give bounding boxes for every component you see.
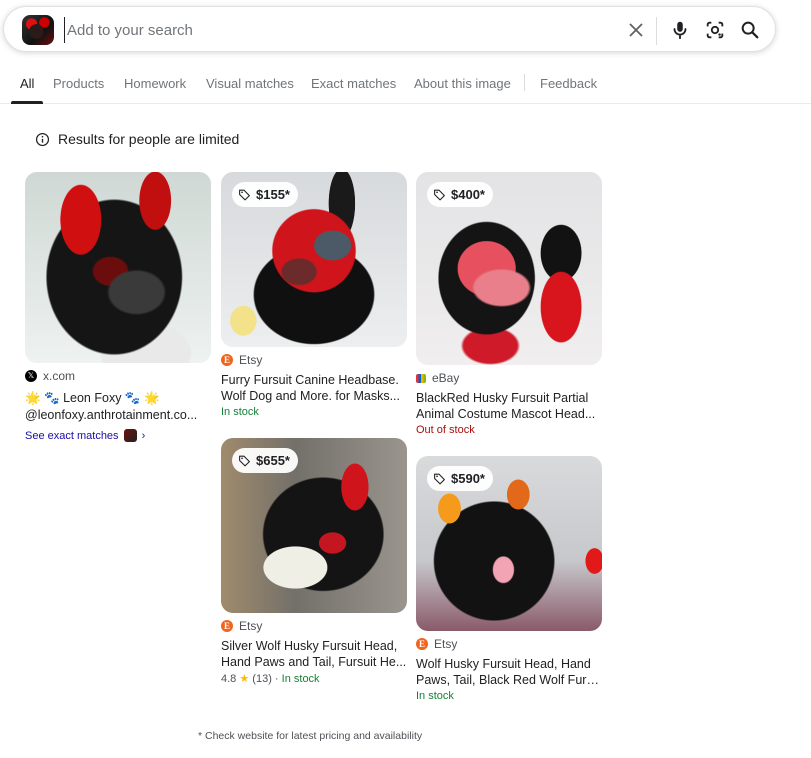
price-chip: $155*	[232, 182, 298, 207]
product-source[interactable]: E Etsy	[221, 618, 407, 634]
match-thumbnail	[123, 429, 137, 442]
price-tag-icon	[239, 189, 250, 201]
tab-all[interactable]: All	[20, 76, 34, 91]
product-subtitle[interactable]: Animal Costume Mascot Head...	[416, 406, 602, 422]
product-title[interactable]: Wolf Husky Fursuit Head, Hand	[416, 656, 602, 672]
source-name: x.com	[43, 369, 76, 383]
product-image[interactable]: $590*	[416, 456, 602, 631]
pricing-footnote: * Check website for latest pricing and a…	[198, 730, 423, 742]
source-name: Etsy	[239, 353, 263, 367]
tab-bar: All Products Homework Visual matches Exa…	[0, 70, 811, 104]
active-tab-indicator	[11, 101, 43, 104]
product-title[interactable]: Furry Fursuit Canine Headbase.	[221, 372, 407, 388]
exact-matches-label: See exact matches	[25, 429, 119, 442]
product-title[interactable]: Silver Wolf Husky Fursuit Head,	[221, 638, 407, 654]
price-tag-icon	[239, 455, 250, 467]
price-value: $155*	[256, 187, 290, 202]
price-tag-icon	[434, 473, 445, 485]
price-chip: $655*	[232, 448, 298, 473]
product-source[interactable]: E Etsy	[221, 352, 407, 368]
product-image[interactable]: $655*	[221, 438, 407, 613]
search-icon[interactable]	[739, 19, 761, 41]
notice-text: Results for people are limited	[58, 131, 240, 147]
see-exact-matches-link[interactable]: See exact matches ›	[25, 429, 211, 442]
price-chip: $590*	[427, 466, 493, 491]
price-chip: $400*	[427, 182, 493, 207]
product-title[interactable]: BlackRed Husky Fursuit Partial	[416, 390, 602, 406]
product-source[interactable]: eBay	[416, 370, 602, 386]
search-input[interactable]	[64, 17, 604, 43]
clear-icon[interactable]	[625, 19, 647, 41]
product-card[interactable]: $590* E Etsy Wolf Husky Fursuit Head, Ha…	[416, 456, 602, 704]
ebay-logo-icon	[416, 373, 426, 383]
tab-separator	[524, 74, 525, 91]
chevron-right-icon: ›	[141, 429, 146, 442]
tab-homework[interactable]: Homework	[124, 76, 186, 91]
feedback-link[interactable]: Feedback	[540, 76, 597, 91]
price-value: $655*	[256, 453, 290, 468]
product-card[interactable]: $400* eBay BlackRed Husky Fursuit Partia…	[416, 172, 602, 438]
stock-status: In stock	[416, 690, 454, 702]
tab-exact-matches[interactable]: Exact matches	[311, 76, 396, 91]
limited-results-notice: Results for people are limited	[35, 131, 239, 147]
price-value: $400*	[451, 187, 485, 202]
price-tag-icon	[434, 189, 445, 201]
microphone-icon[interactable]	[669, 19, 691, 41]
tab-visual-matches[interactable]: Visual matches	[206, 76, 294, 91]
search-bar-divider	[656, 17, 657, 45]
price-value: $590*	[451, 471, 485, 486]
source-name: Etsy	[434, 637, 458, 651]
rating-value: 4.8	[221, 673, 237, 685]
result-card[interactable]: 𝕏 x.com 🌟 🐾 Leon Foxy 🐾 🌟 @leonfoxy.anth…	[25, 172, 211, 442]
product-image[interactable]: $400*	[416, 172, 602, 365]
stock-status: In stock	[281, 673, 320, 685]
star-icon: ★	[239, 673, 250, 685]
lens-icon[interactable]	[704, 19, 726, 41]
tab-about-this-image[interactable]: About this image	[414, 76, 511, 91]
stock-status: In stock	[221, 406, 259, 418]
etsy-logo-icon: E	[416, 638, 428, 650]
rating-row: 4.8 ★ (13) · In stock	[221, 672, 407, 685]
product-subtitle[interactable]: Wolf Dog and More. for Masks...	[221, 388, 407, 404]
search-bar	[3, 6, 776, 52]
review-count: (13)	[252, 673, 272, 685]
result-title[interactable]: 🌟 🐾 Leon Foxy 🐾 🌟	[25, 390, 211, 406]
result-subtitle[interactable]: @leonfoxy.anthrotainment.co...	[25, 407, 211, 423]
product-card[interactable]: $655* E Etsy Silver Wolf Husky Fursuit H…	[221, 438, 407, 685]
separator-dot: ·	[274, 673, 279, 685]
product-card[interactable]: $155* E Etsy Furry Fursuit Canine Headba…	[221, 172, 407, 420]
product-subtitle[interactable]: Hand Paws and Tail, Fursuit He...	[221, 654, 407, 670]
stock-status: Out of stock	[416, 424, 475, 436]
product-subtitle[interactable]: Paws, Tail, Black Red Wolf Furs...	[416, 672, 602, 688]
result-image[interactable]	[25, 172, 211, 363]
source-name: eBay	[432, 371, 460, 385]
x-logo-icon: 𝕏	[25, 370, 37, 382]
product-source[interactable]: E Etsy	[416, 636, 602, 652]
etsy-logo-icon: E	[221, 620, 233, 632]
tab-products[interactable]: Products	[53, 76, 104, 91]
query-image-thumbnail[interactable]	[22, 15, 54, 45]
source-name: Etsy	[239, 619, 263, 633]
info-icon[interactable]	[35, 132, 50, 147]
etsy-logo-icon: E	[221, 354, 233, 366]
result-source[interactable]: 𝕏 x.com	[25, 368, 211, 384]
product-image[interactable]: $155*	[221, 172, 407, 347]
